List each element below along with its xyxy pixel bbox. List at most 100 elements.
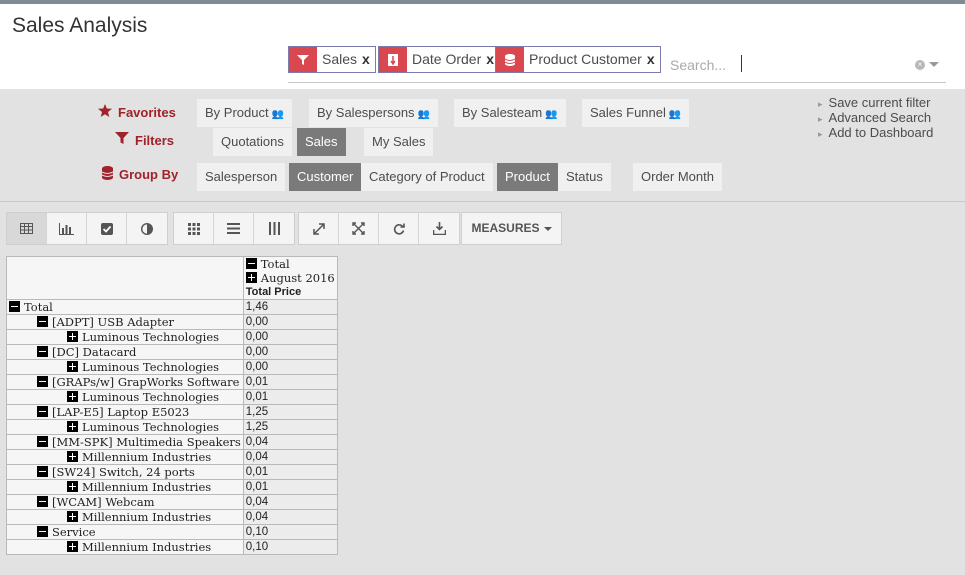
- facet-remove-button[interactable]: x: [362, 47, 375, 72]
- row-label: Luminous Technologies: [82, 390, 220, 404]
- row-header[interactable]: Millennium Industries: [6, 539, 244, 555]
- row-header[interactable]: [DC] Datacard: [6, 344, 244, 360]
- filters-header[interactable]: Filters: [115, 132, 174, 148]
- collapse-all-button[interactable]: [339, 213, 379, 244]
- row-header[interactable]: [ADPT] USB Adapter: [6, 314, 244, 330]
- chip-label: By Salespersons: [317, 105, 415, 120]
- groupby-order-month[interactable]: Order Month: [633, 163, 722, 191]
- minus-icon: [37, 346, 48, 357]
- pie-icon: [141, 222, 153, 235]
- measure-header[interactable]: Total Price: [246, 285, 335, 299]
- text-cursor: [741, 55, 742, 72]
- checkbox-icon: [100, 222, 113, 235]
- groupby-status[interactable]: Status: [558, 163, 611, 191]
- cell-value: 0,00: [242, 329, 338, 345]
- users-icon: 👥: [545, 109, 558, 120]
- table-row: [LAP-E5] Laptop E5023 1,25: [6, 404, 338, 420]
- col-total-header[interactable]: Total: [245, 257, 335, 271]
- pivot-corner: [6, 256, 244, 300]
- columns-button[interactable]: [254, 213, 294, 244]
- row-header[interactable]: Millennium Industries: [6, 509, 244, 525]
- line-chart-button[interactable]: [87, 213, 127, 244]
- row-label: Millennium Industries: [82, 480, 212, 494]
- row-header[interactable]: Total: [6, 299, 244, 315]
- cell-value: 0,04: [242, 509, 338, 525]
- save-current-filter-link[interactable]: Save current filter: [818, 96, 933, 111]
- row-header[interactable]: Luminous Technologies: [6, 419, 244, 435]
- row-label: Luminous Technologies: [82, 330, 220, 344]
- filter-quotations[interactable]: Quotations: [213, 128, 292, 156]
- cell-value: 0,00: [242, 359, 338, 375]
- control-panel: Sales Analysis Sales x Date Order x Prod…: [0, 4, 965, 89]
- pivot-column-header: Total August 2016 Total Price: [242, 256, 338, 300]
- advanced-search-link[interactable]: Advanced Search: [818, 111, 933, 126]
- facet-remove-button[interactable]: x: [647, 47, 660, 72]
- groupby-customer[interactable]: Customer: [289, 163, 362, 191]
- row-header[interactable]: Millennium Industries: [6, 449, 244, 465]
- table-row: [MM-SPK] Multimedia Speakers 0,04: [6, 434, 338, 450]
- favorite-sales-funnel[interactable]: Sales Funnel 👥: [582, 99, 690, 127]
- groupby-product[interactable]: Product: [497, 163, 558, 191]
- cell-value: 0,01: [242, 374, 338, 390]
- row-header[interactable]: [LAP-E5] Laptop E5023: [6, 404, 244, 420]
- favorite-by-salespersons[interactable]: By Salespersons 👥: [309, 99, 439, 127]
- page-title: Sales Analysis: [12, 14, 148, 37]
- facet-filter[interactable]: Sales x: [288, 46, 376, 73]
- row-header[interactable]: Millennium Industries: [6, 479, 244, 495]
- facet-groupby[interactable]: Product Customer x: [495, 46, 661, 73]
- row-header[interactable]: [MM-SPK] Multimedia Speakers: [6, 434, 244, 450]
- row-header[interactable]: [WCAM] Webcam: [6, 494, 244, 510]
- clear-search-icon[interactable]: ×: [915, 60, 925, 70]
- groupby-category-of-product[interactable]: Category of Product: [361, 163, 493, 191]
- groupby-header[interactable]: Group By: [101, 166, 178, 183]
- pivot-table: Total August 2016 Total Price Total 1,46[…: [6, 256, 338, 555]
- minus-icon: [9, 301, 20, 312]
- reload-button[interactable]: [379, 213, 419, 244]
- sort-icon: [379, 47, 407, 72]
- plus-icon: [67, 421, 78, 432]
- facet-value: Date Order: [412, 51, 482, 67]
- bar-chart-icon: [59, 222, 74, 235]
- chip-label: Sales Funnel: [590, 105, 666, 120]
- bar-chart-button[interactable]: [47, 213, 87, 244]
- action-toolbar: [298, 212, 460, 245]
- filter-sales[interactable]: Sales: [297, 128, 346, 156]
- facet-sort[interactable]: Date Order x: [378, 46, 501, 73]
- add-to-dashboard-link[interactable]: Add to Dashboard: [818, 126, 934, 141]
- pie-chart-button[interactable]: [127, 213, 167, 244]
- row-label: [SW24] Switch, 24 ports: [52, 465, 195, 479]
- row-header[interactable]: [GRAPs/w] GrapWorks Software: [6, 374, 244, 390]
- favorites-header[interactable]: Favorites: [98, 104, 176, 120]
- rows-button[interactable]: [214, 213, 254, 244]
- filters-label: Filters: [135, 132, 175, 148]
- row-header[interactable]: Luminous Technologies: [6, 389, 244, 405]
- pivot-view-button[interactable]: [7, 213, 47, 244]
- layout-toolbar: [173, 212, 295, 245]
- favorite-by-salesteam[interactable]: By Salesteam 👥: [454, 99, 566, 127]
- download-button[interactable]: [419, 213, 459, 244]
- plus-icon: [67, 391, 78, 402]
- chevron-down-icon[interactable]: [929, 62, 939, 67]
- search-bar[interactable]: Sales x Date Order x Product Customer x …: [288, 46, 946, 83]
- row-header[interactable]: Luminous Technologies: [6, 359, 244, 375]
- flip-axis-button[interactable]: [174, 213, 214, 244]
- table-row: [WCAM] Webcam 0,04: [6, 494, 338, 510]
- row-header[interactable]: [SW24] Switch, 24 ports: [6, 464, 244, 480]
- minus-icon: [37, 466, 48, 477]
- users-icon: 👥: [271, 109, 285, 120]
- users-icon: 👥: [417, 109, 431, 120]
- col-month-header[interactable]: August 2016: [245, 271, 335, 285]
- table-row: Luminous Technologies 0,00: [6, 359, 338, 375]
- filter-my-sales[interactable]: My Sales: [364, 128, 434, 156]
- groupby-salesperson[interactable]: Salesperson: [197, 163, 286, 191]
- row-label: [GRAPs/w] GrapWorks Software: [52, 375, 240, 389]
- search-input[interactable]: Search...: [670, 57, 726, 73]
- row-header[interactable]: Service: [6, 524, 244, 540]
- row-header[interactable]: Luminous Technologies: [6, 329, 244, 345]
- favorite-by-product[interactable]: By Product 👥: [197, 99, 293, 127]
- table-row: Millennium Industries 0,10: [6, 539, 338, 555]
- expand-all-button[interactable]: [299, 213, 339, 244]
- cell-value: 0,01: [242, 389, 338, 405]
- minus-icon: [245, 258, 257, 269]
- measures-dropdown[interactable]: MEASURES: [461, 212, 562, 245]
